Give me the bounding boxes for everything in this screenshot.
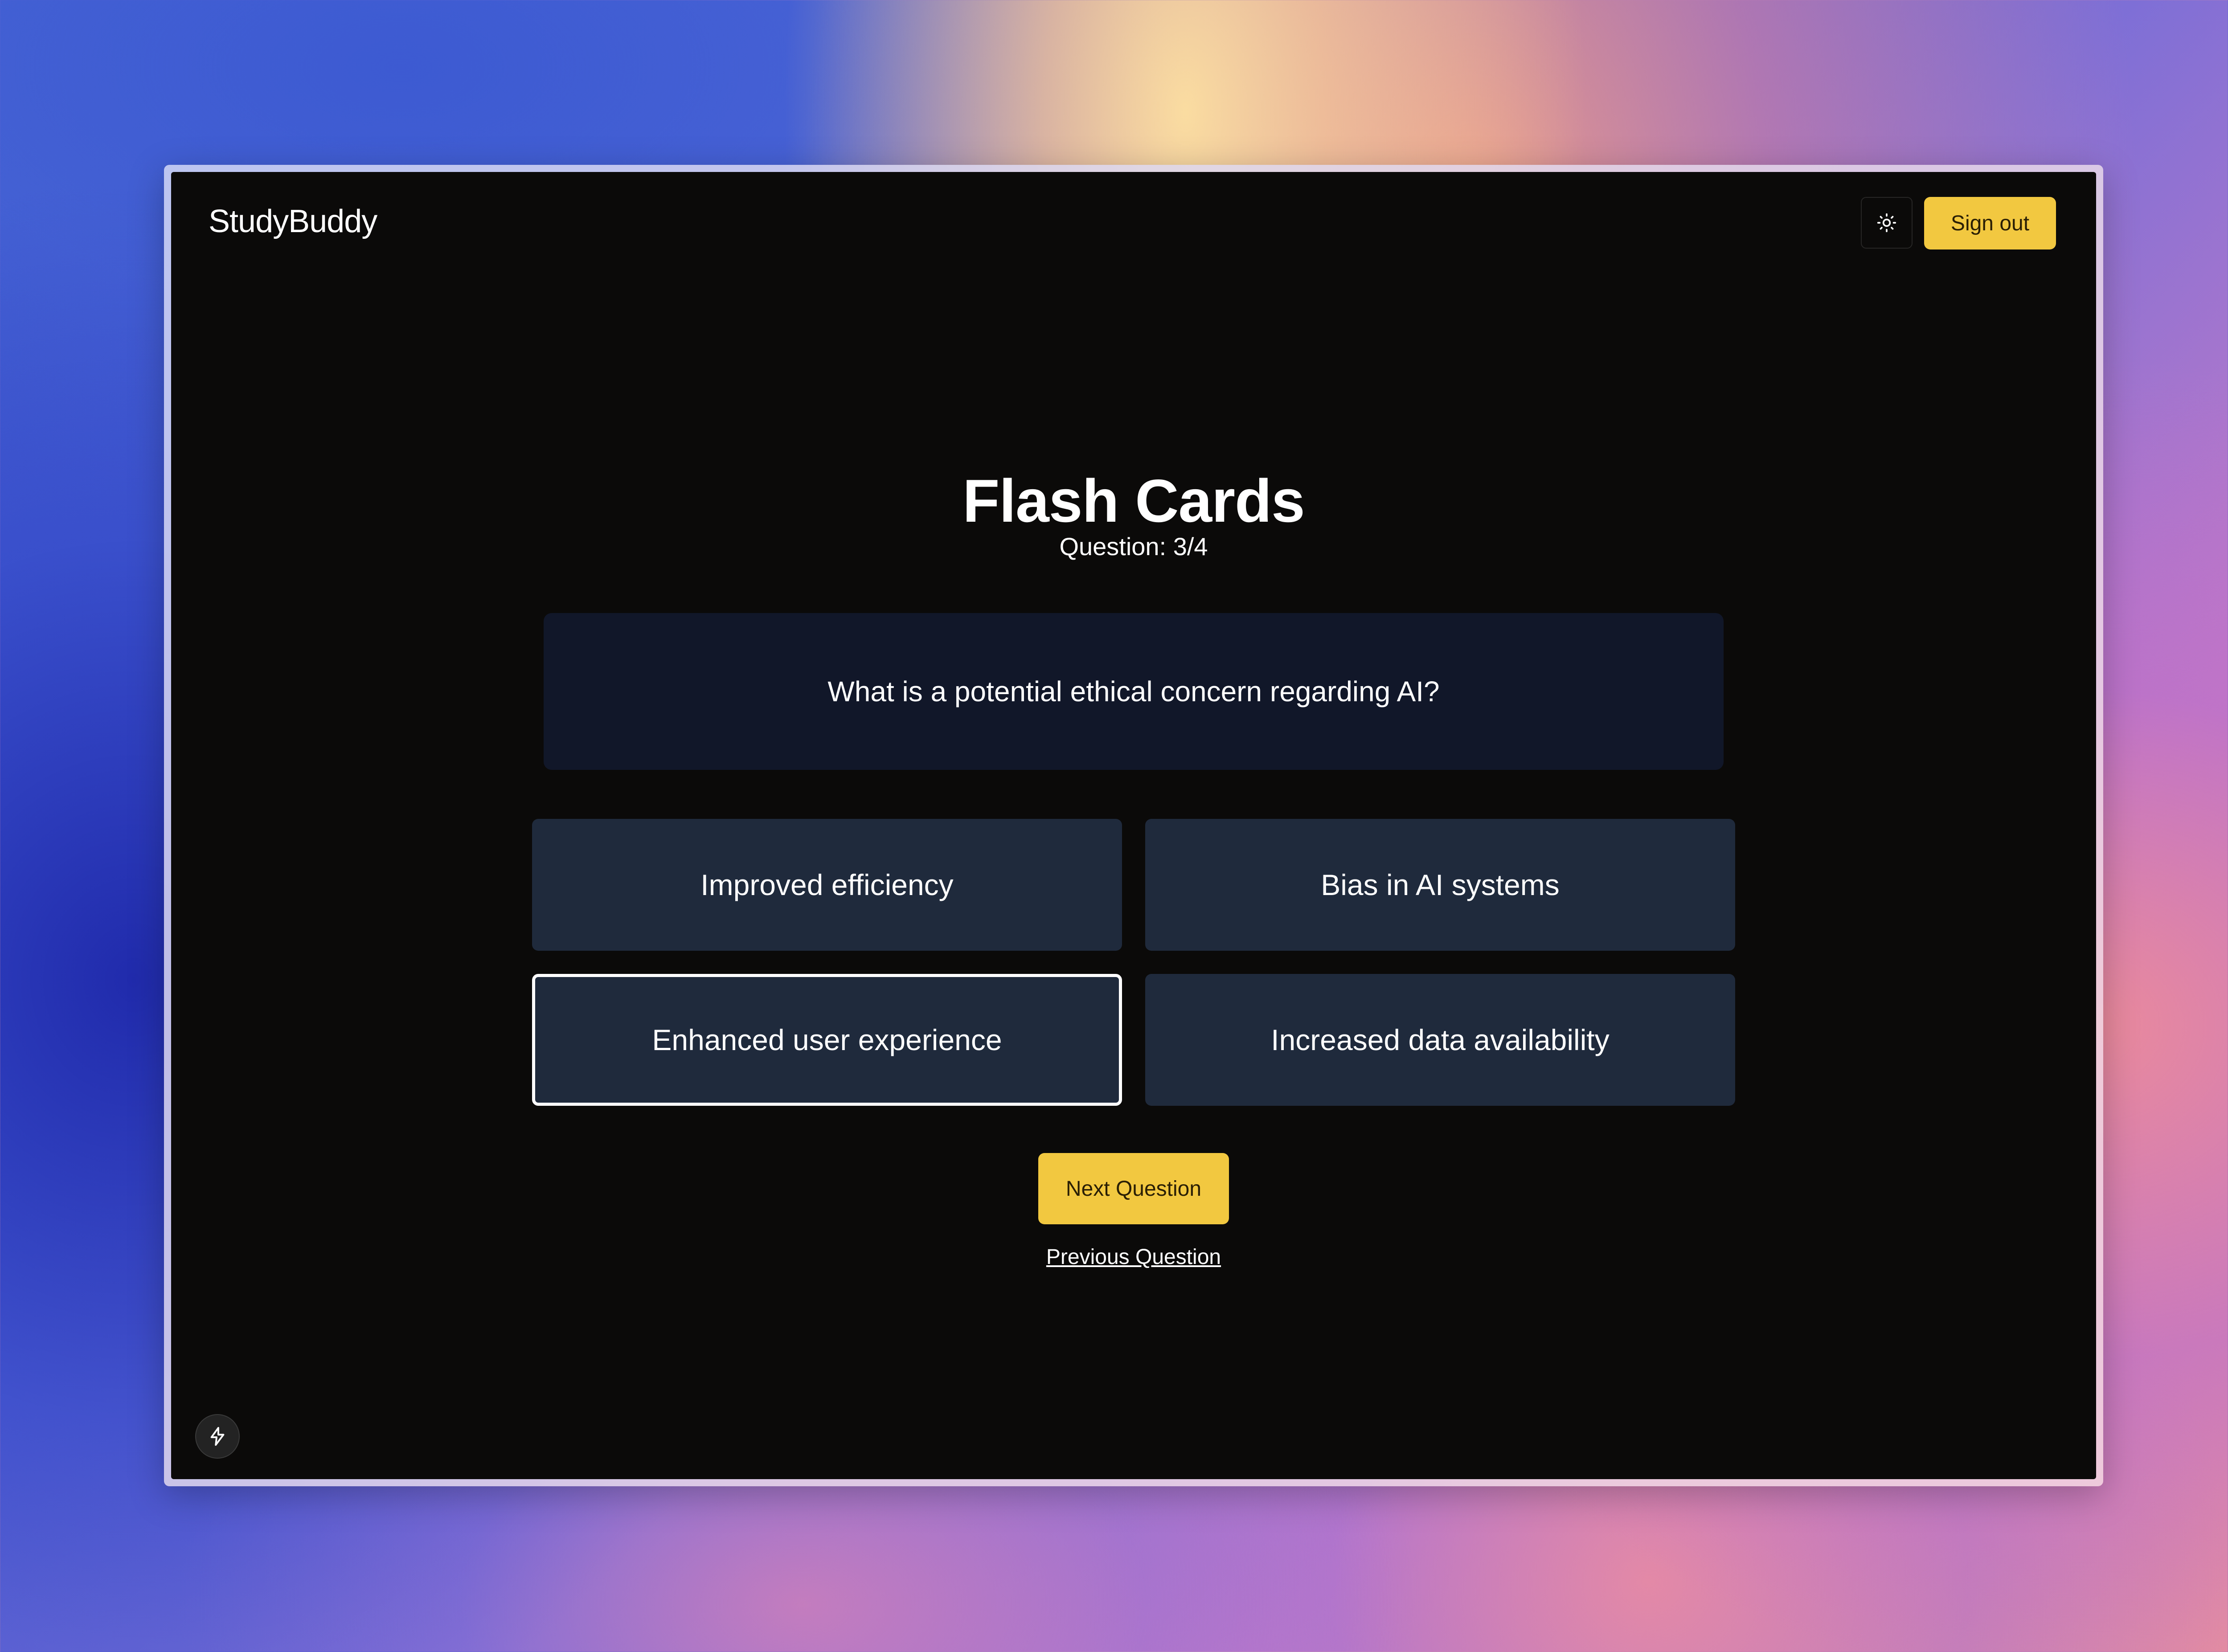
answer-option-label: Enhanced user experience [652,1023,1002,1056]
answer-option-label: Improved efficiency [700,868,954,901]
previous-question-label[interactable]: Previous Question [1046,1245,1221,1269]
sun-icon [1877,213,1896,233]
page-title: Flash Cards [962,467,1305,535]
previous-question-link: Previous Question [171,1245,2096,1269]
brand-logo-text[interactable]: StudyBuddy [209,203,377,240]
app-content: StudyBuddy Sign out Flash Cards Question… [171,172,2096,1479]
answer-option-2[interactable]: Bias in AI systems [1145,819,1735,951]
dev-indicator-button[interactable] [195,1414,240,1459]
app-window: StudyBuddy Sign out Flash Cards Question… [164,165,2103,1486]
answer-option-label: Increased data availability [1271,1023,1610,1056]
question-text: What is a potential ethical concern rega… [827,675,1440,707]
question-counter: Question: 3/4 [1059,532,1208,560]
next-question-button[interactable]: Next Question [1038,1153,1229,1224]
sign-out-button[interactable]: Sign out [1924,197,2056,249]
answer-option-1[interactable]: Improved efficiency [532,819,1122,951]
question-card: What is a potential ethical concern rega… [544,613,1724,770]
answer-option-3[interactable]: Enhanced user experience [532,974,1122,1106]
answer-option-label: Bias in AI systems [1321,868,1560,901]
lightning-icon [210,1427,225,1446]
theme-toggle-button[interactable] [1861,197,1913,249]
answer-option-4[interactable]: Increased data availability [1145,974,1735,1106]
